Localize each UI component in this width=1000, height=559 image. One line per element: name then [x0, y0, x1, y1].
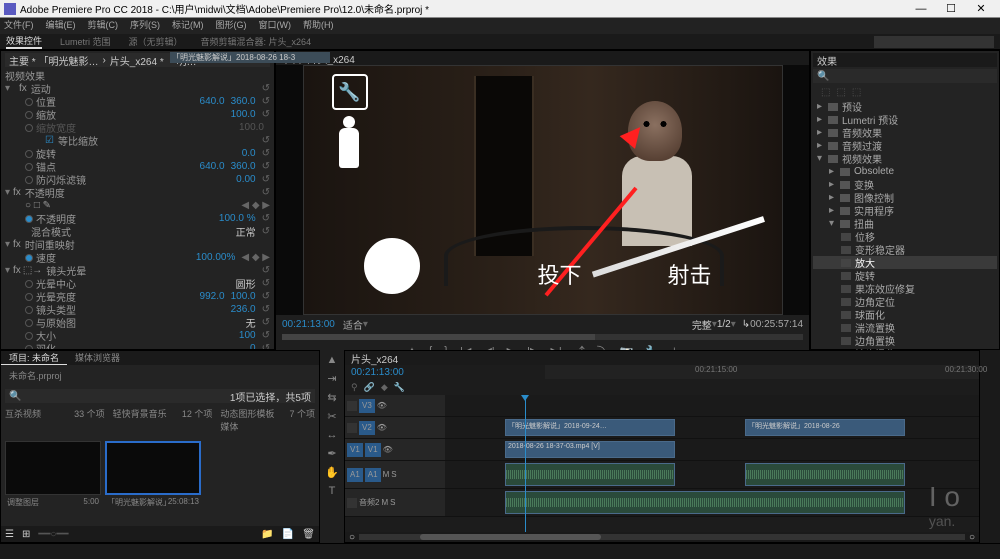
- audio-meter: [980, 350, 1000, 543]
- workspace-search[interactable]: [874, 36, 994, 48]
- effects-panel: 效果 🔍 ⬚⬚⬚ ▸预设 ▸Lumetri 预设 ▸音频效果 ▸音频过渡 ▾视频…: [810, 50, 1000, 350]
- marker-icon[interactable]: ◆: [381, 382, 388, 393]
- type-tool-icon[interactable]: T: [329, 485, 336, 497]
- timeline-panel: 片头_x264 00:21:13:00 ⚲ 🔗 ◆ 🔧 00:21:15:00 …: [344, 350, 980, 543]
- project-panel: 项目: 未命名 媒体浏览器 未命名.prproj 🔍 1项已选择，共5项 互杀视频…: [0, 350, 320, 543]
- player-silhouette-icon: [334, 116, 364, 176]
- titlebar: Adobe Premiere Pro CC 2018 - C:\用户\midwi…: [0, 0, 1000, 18]
- effects-search[interactable]: 🔍: [813, 69, 997, 83]
- pen-tool-icon[interactable]: ✒: [327, 447, 336, 460]
- list-view-icon[interactable]: ☰: [5, 529, 14, 540]
- timeline-audio-clip[interactable]: [505, 463, 675, 486]
- new-item-icon[interactable]: 📄: [282, 529, 294, 540]
- menu-file[interactable]: 文件(F): [4, 18, 34, 34]
- playhead[interactable]: [525, 395, 526, 532]
- game-label-shoot: 射击: [667, 258, 711, 290]
- tab-media-browser[interactable]: 媒体浏览器: [67, 351, 128, 365]
- project-footer: ☰ ⊞ ━━○━━ 📁 📄 🗑: [1, 526, 319, 542]
- fx-yuv-icon[interactable]: ⬚: [852, 87, 861, 98]
- menu-clip[interactable]: 剪辑(C): [88, 18, 119, 34]
- effects-title: 效果: [817, 53, 837, 68]
- menu-sequence[interactable]: 序列(S): [130, 18, 160, 34]
- project-count: 1项已选择，共5项: [230, 389, 311, 404]
- program-zoom[interactable]: 完整: [692, 317, 712, 332]
- search-icon: 🔍: [817, 71, 829, 82]
- ec-timeline-clip[interactable]: 「明光魅影解说」2018-08-26 18-3: [170, 52, 330, 63]
- window-title: Adobe Premiere Pro CC 2018 - C:\用户\midwi…: [20, 1, 906, 16]
- menu-help[interactable]: 帮助(H): [303, 18, 334, 34]
- program-view[interactable]: 🔧 投下 射击: [276, 65, 809, 315]
- game-enemy-head: [628, 101, 682, 161]
- menu-edit[interactable]: 编辑(E): [46, 18, 76, 34]
- program-dur: 00:25:57:14: [750, 319, 803, 330]
- ripple-tool-icon[interactable]: ⇆: [327, 391, 336, 404]
- tool-palette: ▲ ⇥ ⇆ ✂ ↔ ✒ ✋ T: [320, 350, 344, 543]
- program-tc[interactable]: 00:21:13:00: [282, 319, 335, 330]
- new-bin-icon[interactable]: 📁: [261, 529, 273, 540]
- program-monitor: 节目: 片头_x264 🔧 投下 射击 00:21:13:00 适合 ▾: [275, 50, 810, 350]
- fx-accel-icon[interactable]: ⬚: [836, 87, 845, 98]
- timeline-scroll[interactable]: ○○: [345, 532, 979, 542]
- tab-effect-controls[interactable]: 效果控件: [6, 34, 42, 49]
- menu-graphics[interactable]: 图形(G): [216, 18, 247, 34]
- tree-obsolete[interactable]: Obsolete: [854, 166, 894, 177]
- program-frame: 🔧 投下 射击: [303, 65, 783, 315]
- hand-tool-icon[interactable]: ✋: [325, 466, 339, 479]
- tab-project[interactable]: 项目: 未命名: [1, 351, 67, 365]
- statusbar: [0, 543, 1000, 559]
- max-button[interactable]: ☐: [936, 2, 966, 15]
- settings-icon[interactable]: 🔧: [394, 382, 405, 393]
- timeline-clip[interactable]: 2018-08-26 18-37-03.mp4 [V]: [505, 441, 675, 458]
- menu-window[interactable]: 窗口(W): [259, 18, 292, 34]
- bin-2[interactable]: 轻快背景音乐: [113, 407, 174, 433]
- program-scrubber[interactable]: [282, 334, 803, 340]
- timeline-audio-clip[interactable]: [505, 491, 905, 514]
- game-crossbow: [444, 186, 764, 306]
- track-select-tool-icon[interactable]: ⇥: [327, 372, 336, 385]
- menubar: 文件(F) 编辑(E) 剪辑(C) 序列(S) 标记(M) 图形(G) 窗口(W…: [0, 18, 1000, 34]
- bin-1[interactable]: 互杀视频: [5, 407, 66, 433]
- sequence-name[interactable]: 片头_x264: [351, 351, 398, 366]
- program-fit[interactable]: 适合: [343, 317, 363, 332]
- app-icon: [4, 3, 16, 15]
- project-item[interactable]: 调整图层5:00: [5, 441, 101, 510]
- bin-3[interactable]: 动态图形模板媒体: [220, 407, 281, 433]
- fx-badge-icon[interactable]: ⬚: [821, 87, 830, 98]
- timeline-clip[interactable]: 「明光魅影解说」2018-08-26: [745, 419, 905, 436]
- project-filter[interactable]: 🔍 1项已选择，共5项: [5, 389, 315, 403]
- project-name: 未命名.prproj: [9, 369, 62, 385]
- timeline-audio-clip[interactable]: [745, 463, 905, 486]
- link-icon[interactable]: 🔗: [364, 382, 375, 393]
- timeline-tracks[interactable]: V3👁 V2👁 「明光魅影解说」2018-09-24… 「明光魅影解说」2018…: [345, 395, 979, 532]
- close-button[interactable]: ✕: [966, 2, 996, 15]
- menu-marker[interactable]: 标记(M): [172, 18, 204, 34]
- snap-icon[interactable]: ⚲: [351, 382, 358, 393]
- project-item-selected[interactable]: 「明光魅影解说」25:08:13: [105, 441, 201, 510]
- min-button[interactable]: —: [906, 3, 936, 15]
- program-half[interactable]: 1/2: [717, 319, 731, 330]
- game-joystick-icon: [364, 238, 420, 294]
- tab-source[interactable]: 源（无剪辑）: [129, 35, 183, 48]
- trash-icon[interactable]: 🗑: [302, 529, 315, 540]
- game-label-throw: 投下: [537, 258, 581, 290]
- ec-feather[interactable]: 羽化: [36, 341, 250, 350]
- timeline-clip[interactable]: 「明光魅影解说」2018-09-24…: [505, 419, 675, 436]
- slip-tool-icon[interactable]: ↔: [327, 429, 338, 441]
- wrench-icon: 🔧: [332, 74, 368, 110]
- workspace-bar: 效果控件 Lumetri 范围 源（无剪辑） 音频剪辑混合器: 片头_x264: [0, 34, 1000, 50]
- ec-opacity[interactable]: 不透明度: [25, 185, 262, 200]
- tab-audio-mixer[interactable]: 音频剪辑混合器: 片头_x264: [201, 35, 312, 48]
- timeline-ruler[interactable]: 00:21:15:00 00:21:30:00: [545, 365, 979, 379]
- tree-video-fx[interactable]: 视频效果: [842, 151, 882, 166]
- selection-tool-icon[interactable]: ▲: [327, 354, 338, 366]
- effect-controls-panel: 主要 * 「明光魅影… › 片头_x264 * 「明… 00:21:13:15 …: [0, 50, 275, 350]
- ec-master: 主要 * 「明光魅影…: [9, 53, 98, 68]
- icon-view-icon[interactable]: ⊞: [22, 529, 30, 540]
- search-icon: 🔍: [9, 391, 21, 402]
- razor-tool-icon[interactable]: ✂: [327, 410, 336, 423]
- tab-lumetri[interactable]: Lumetri 范围: [60, 35, 111, 48]
- timeline-tc[interactable]: 00:21:13:00: [345, 365, 445, 380]
